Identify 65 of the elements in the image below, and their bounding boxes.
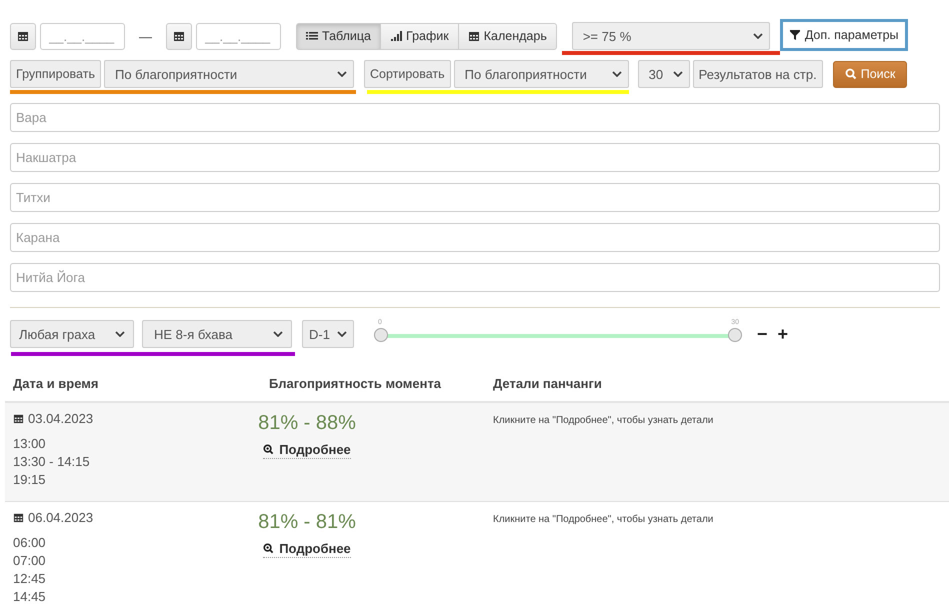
- range-separator: —: [139, 28, 152, 44]
- view-tab[interactable]: График: [380, 22, 459, 50]
- chevron-down-icon: [115, 331, 125, 337]
- per-page-select[interactable]: 30: [638, 60, 690, 88]
- graha-select[interactable]: Любая граха: [10, 320, 134, 348]
- column-header: Дата и время: [12, 376, 100, 391]
- list-icon: [306, 30, 318, 42]
- time-text: 19:15: [13, 471, 47, 489]
- slider-handle[interactable]: [728, 328, 742, 342]
- filter-field[interactable]: Нитйа Йога: [10, 263, 940, 292]
- time-text: 14:45: [13, 588, 47, 606]
- filter-field[interactable]: Вара: [10, 103, 940, 132]
- details-text: Кликните на "Подробнее", чтобы узнать детали: [493, 514, 714, 525]
- filter-field[interactable]: Карана: [10, 223, 940, 252]
- time-text: 06:00: [13, 534, 47, 552]
- date-field[interactable]: __.__.____: [40, 22, 125, 50]
- search-icon: [844, 68, 857, 80]
- time-text: 13:00: [13, 435, 47, 453]
- signal-bars-icon: [390, 30, 402, 42]
- favour-range: 81% - 81%: [258, 511, 356, 534]
- chevron-down-icon: [752, 33, 763, 39]
- chevron-down-icon: [612, 71, 622, 77]
- sort-button[interactable]: Сортировать: [364, 60, 451, 88]
- chevron-down-icon: [273, 331, 283, 337]
- filter-field[interactable]: Титхи: [10, 183, 940, 212]
- chevron-down-icon: [672, 71, 683, 77]
- time-text: 13:30 - 14:15: [13, 453, 91, 471]
- step-button[interactable]: −: [754, 325, 771, 343]
- favour-range: 81% - 88%: [258, 412, 356, 435]
- group-select[interactable]: По благоприятности: [104, 60, 354, 88]
- search-button[interactable]: Поиск: [832, 60, 908, 88]
- chart-select[interactable]: D-1: [302, 320, 354, 348]
- time-text: 07:00: [13, 552, 47, 570]
- calendar-button[interactable]: [10, 22, 36, 50]
- sort-select[interactable]: По благоприятности: [454, 60, 629, 88]
- calendar-icon: [13, 512, 24, 523]
- zoom-icon: [263, 444, 274, 455]
- chevron-down-icon: [337, 331, 347, 337]
- calendar-icon: [17, 30, 29, 42]
- zoom-icon: [263, 543, 274, 554]
- chevron-down-icon: [336, 71, 347, 77]
- per-page-label: Результатов на стр.: [692, 60, 823, 88]
- column-header: Благоприятность момента: [268, 376, 442, 391]
- view-tab[interactable]: Календарь: [458, 22, 557, 50]
- more-params-button[interactable]: Доп. параметры: [780, 19, 908, 51]
- details-link[interactable]: Подробнее: [263, 541, 351, 558]
- slider-handle[interactable]: [374, 328, 388, 342]
- details-link[interactable]: Подробнее: [263, 442, 351, 459]
- filter-field[interactable]: Накшатра: [10, 143, 940, 172]
- date-text: 06.04.2023: [28, 510, 94, 525]
- calendar-icon: [13, 413, 24, 424]
- filter-icon: [788, 29, 801, 41]
- time-text: 12:45: [13, 570, 47, 588]
- calendar-button[interactable]: [166, 22, 192, 50]
- details-text: Кликните на "Подробнее", чтобы узнать детали: [493, 415, 714, 426]
- group-button[interactable]: Группировать: [10, 60, 101, 88]
- graha-select[interactable]: НЕ 8-я бхава: [142, 320, 292, 348]
- threshold-select[interactable]: >= 75 %: [572, 22, 770, 50]
- calendar-icon: [468, 30, 480, 42]
- calendar-icon: [173, 30, 185, 42]
- date-field[interactable]: __.__.____: [196, 22, 281, 50]
- column-header: Детали панчанги: [493, 376, 602, 391]
- step-button[interactable]: +: [774, 325, 792, 343]
- view-tab[interactable]: Таблица: [296, 22, 382, 50]
- date-text: 03.04.2023: [28, 411, 94, 426]
